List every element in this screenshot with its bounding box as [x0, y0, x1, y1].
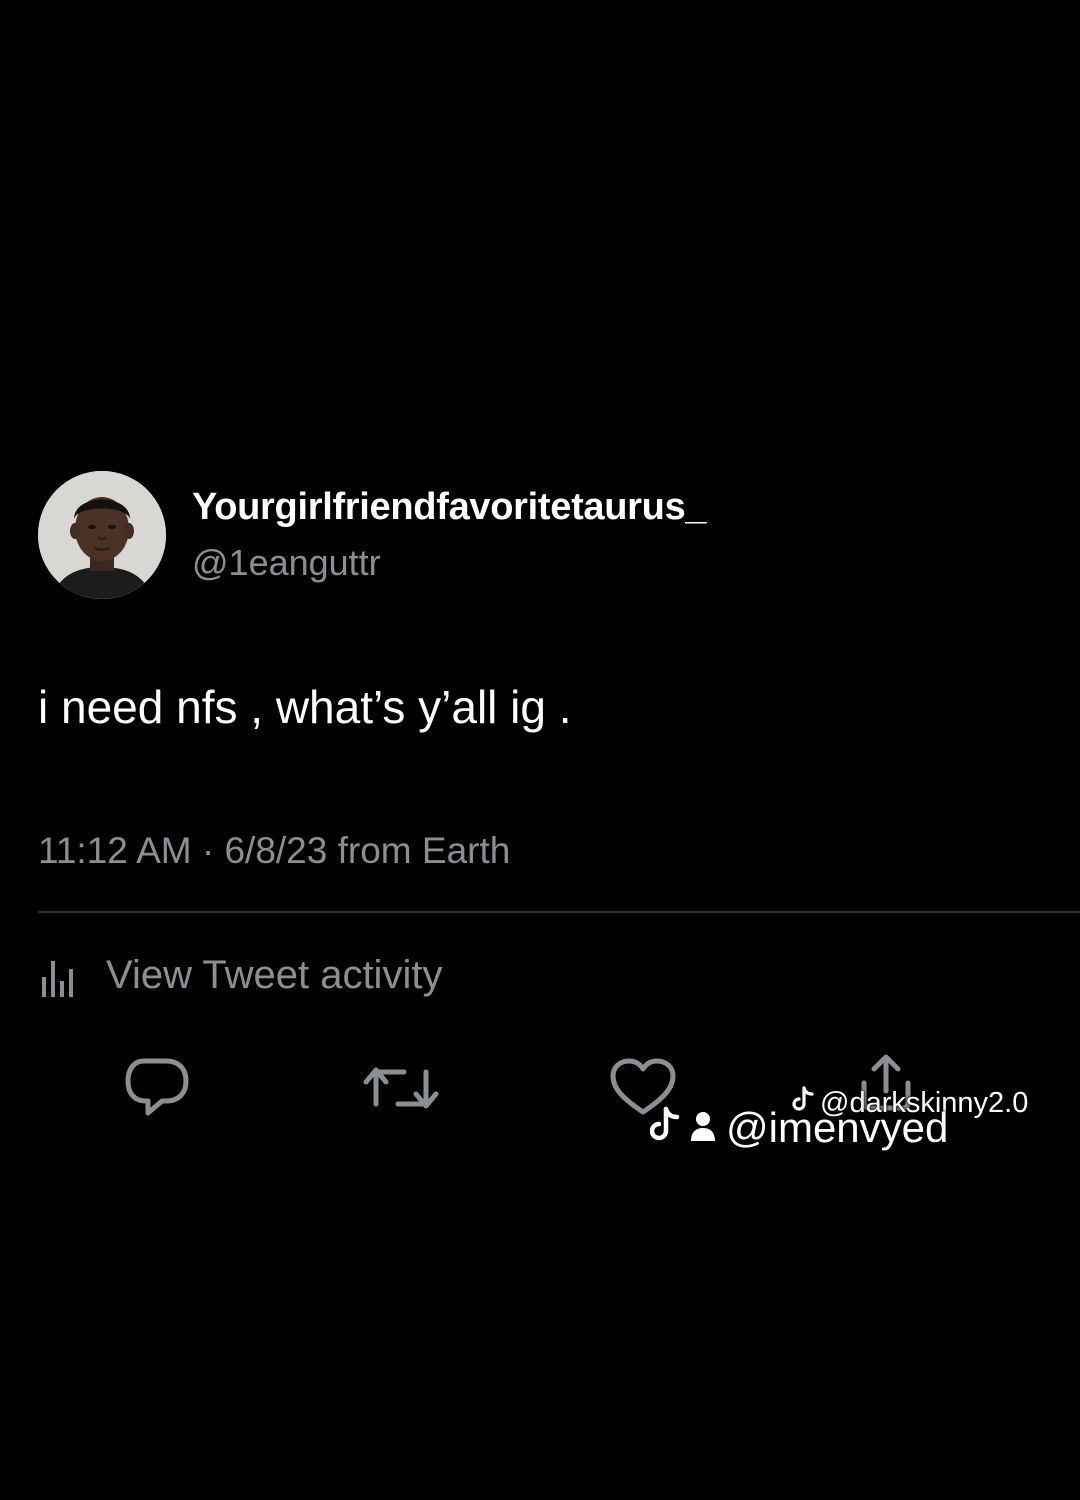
retweet-arrows-icon	[360, 1067, 442, 1122]
tweet-card: Yourgirlfriendfavoritetaurus_ @1eanguttr…	[0, 0, 1080, 1500]
analytics-bar-chart-icon	[38, 948, 86, 1002]
avatar[interactable]	[38, 471, 166, 599]
user-handle[interactable]: @1eanguttr	[192, 542, 381, 584]
view-tweet-activity-link[interactable]: View Tweet activity	[38, 948, 442, 1002]
tweet-timestamp[interactable]: 11:12 AM · 6/8/23 from Earth	[38, 830, 510, 872]
speech-bubble-icon	[122, 1058, 192, 1123]
watermark-main-handle: @imenvyed	[726, 1104, 949, 1151]
person-icon	[690, 1104, 716, 1152]
divider	[38, 911, 1080, 913]
view-tweet-activity-label: View Tweet activity	[106, 952, 443, 997]
reply-button[interactable]	[122, 1055, 192, 1124]
retweet-button[interactable]	[360, 1058, 442, 1123]
avatar-photo	[38, 471, 166, 599]
tweet-text: i need nfs , what’s y’all ig .	[38, 681, 572, 733]
tiktok-icon	[649, 1104, 680, 1152]
tiktok-watermark-main: @imenvyed	[649, 1104, 949, 1152]
display-name[interactable]: Yourgirlfriendfavoritetaurus_	[192, 486, 707, 529]
